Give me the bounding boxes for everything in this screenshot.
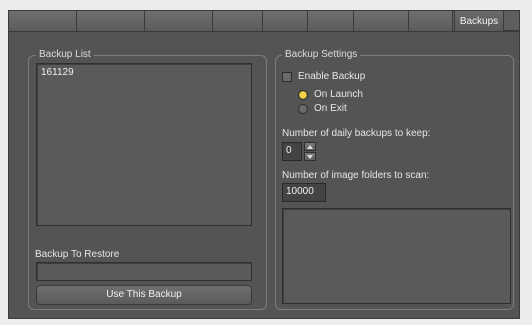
chevron-down-icon	[307, 155, 313, 159]
tab-6[interactable]	[308, 11, 354, 32]
use-this-backup-button[interactable]: Use This Backup	[36, 285, 252, 305]
tab-5[interactable]	[263, 11, 308, 32]
chevron-up-icon	[307, 145, 313, 149]
tab-7[interactable]	[354, 11, 409, 32]
image-folders-input[interactable]: 10000	[282, 183, 326, 202]
list-item[interactable]: 161129	[41, 67, 74, 78]
enable-backup-label: Enable Backup	[298, 71, 366, 82]
tab-2[interactable]	[77, 11, 145, 32]
image-folders-label: Number of image folders to scan:	[282, 170, 430, 181]
tab-1[interactable]	[9, 11, 77, 32]
settings-info-area	[282, 208, 511, 304]
backup-settings-group: Backup Settings Enable Backup On Launch …	[275, 49, 514, 310]
tab-4[interactable]	[213, 11, 263, 32]
increment-button[interactable]	[304, 142, 316, 151]
tab-label-backups: Backups	[459, 16, 499, 27]
tab-backups[interactable]: Backups	[454, 10, 504, 33]
backup-list[interactable]: 161129	[36, 63, 252, 226]
backup-list-group: Backup List 161129 Backup To Restore Use…	[28, 49, 267, 310]
on-launch-label: On Launch	[314, 89, 363, 100]
backup-to-restore-field[interactable]	[36, 262, 252, 281]
backup-window: Backups Backup List 161129 Backup To Res…	[0, 0, 532, 325]
backup-to-restore-label: Backup To Restore	[35, 249, 120, 260]
backup-list-title: Backup List	[36, 49, 94, 61]
decrement-button[interactable]	[304, 152, 316, 161]
on-exit-radio[interactable]	[298, 104, 308, 114]
tab-bar: Backups	[8, 10, 520, 33]
daily-backups-input[interactable]: 0	[282, 142, 302, 161]
enable-backup-checkbox[interactable]	[282, 72, 292, 82]
tab-3[interactable]	[145, 11, 213, 32]
tab-8[interactable]	[409, 11, 453, 32]
daily-backups-label: Number of daily backups to keep:	[282, 128, 431, 139]
on-launch-radio[interactable]	[298, 90, 308, 100]
backups-panel: Backup List 161129 Backup To Restore Use…	[8, 31, 520, 319]
on-exit-label: On Exit	[314, 103, 347, 114]
backup-settings-title: Backup Settings	[282, 49, 361, 61]
